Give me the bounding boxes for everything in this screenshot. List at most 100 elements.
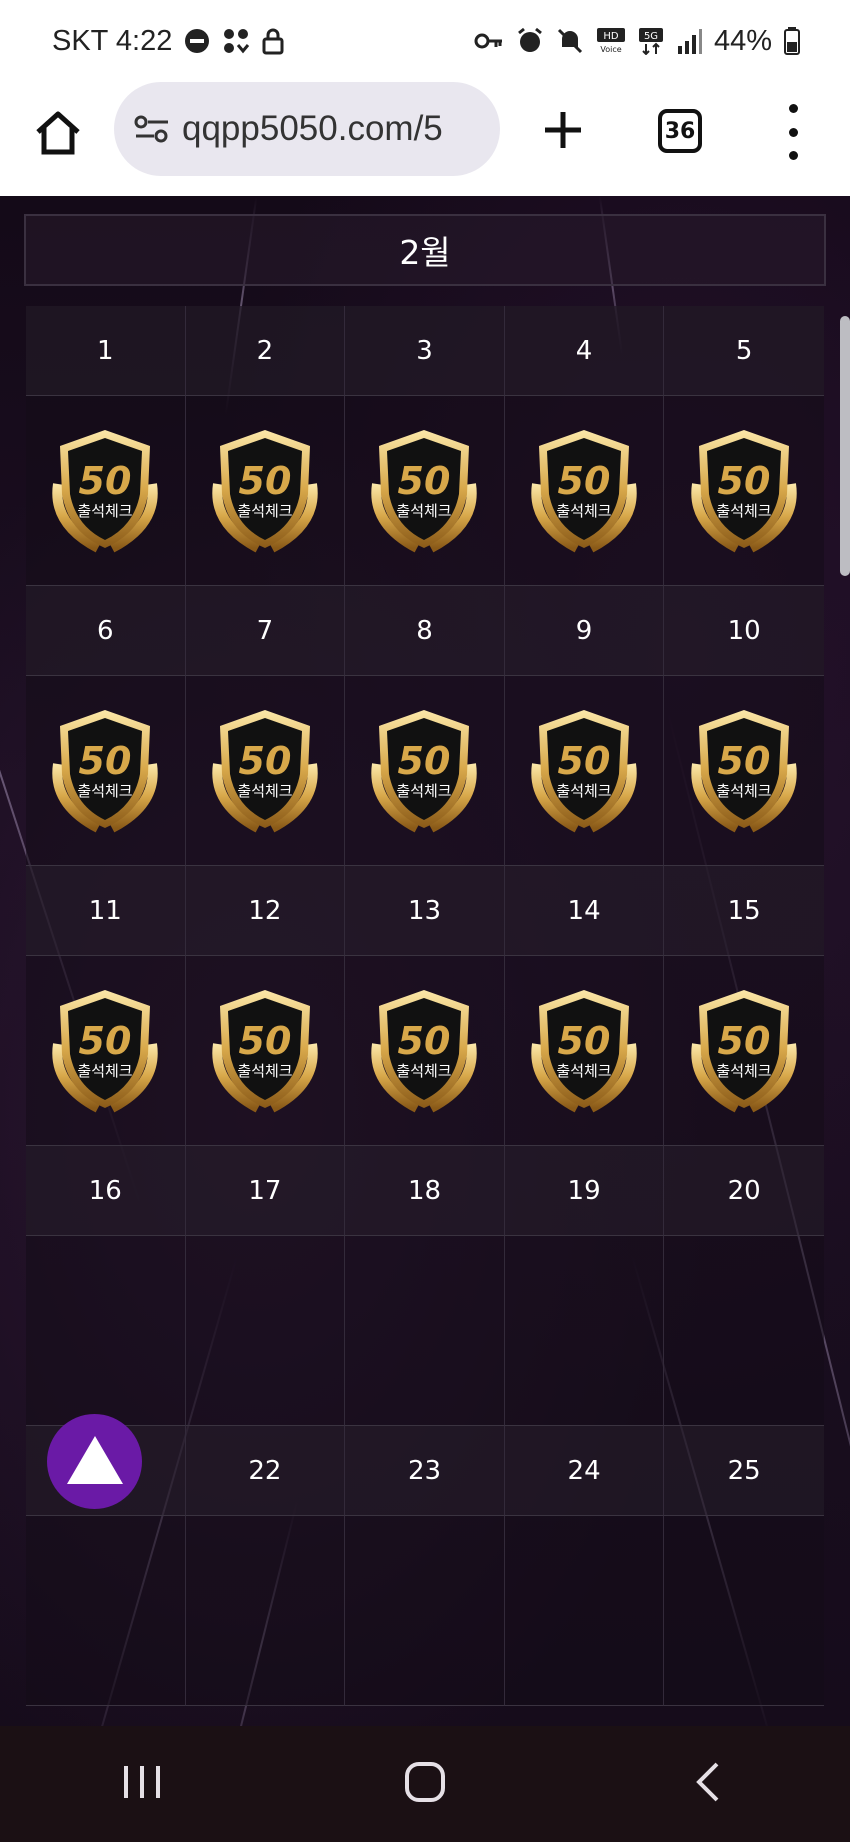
scroll-top-button[interactable] [47,1414,142,1509]
hd-voice-icon: HD Voice [596,27,626,55]
badge-row [26,1236,824,1426]
recents-button[interactable] [102,1744,182,1824]
day-cell[interactable]: 50 출석체크 [664,956,824,1146]
day-number-row: 6 7 8 9 10 [26,586,824,676]
day-number: 18 [345,1146,505,1236]
plus-icon [543,110,583,154]
badge-caption: 출석체크 [237,1062,292,1080]
badge-number: 50 [79,739,132,783]
badge-caption: 출석체크 [78,1062,133,1080]
attendance-badge-icon: 50출석체크 [371,709,478,832]
status-bar: SKT 4:22 HD Voice 5G 44% [0,0,850,82]
day-number: 19 [504,1146,665,1236]
day-number: 17 [185,1146,346,1236]
day-cell[interactable]: 50 출석체크 [185,676,346,866]
tabs-button[interactable]: 36 [658,109,702,153]
day-cell[interactable] [185,1236,346,1426]
attendance-calendar: 1 2 3 4 5 50 출석체크 50 출석체크 50 출석체크 50 출석체크 50 출석체크 6 7 8 9 1… [26,306,824,1706]
home-nav-button[interactable] [385,1744,465,1824]
day-cell[interactable] [504,1236,665,1426]
badge-row [26,1516,824,1706]
day-cell[interactable]: 50 출석체크 [664,396,824,586]
badge-caption: 출석체크 [78,502,133,520]
day-number: 10 [664,586,824,676]
day-number: 3 [345,306,505,396]
badge-caption: 출석체크 [556,782,611,800]
svg-text:HD: HD [603,31,619,42]
badge-caption: 출석체크 [237,502,292,520]
scrollbar-thumb[interactable] [840,316,850,576]
svg-text:5G: 5G [644,31,658,42]
day-cell[interactable] [504,1516,665,1706]
badge-number: 50 [558,1019,611,1063]
back-button[interactable] [668,1744,748,1824]
badge-number: 50 [718,739,771,783]
day-cell[interactable]: 50 출석체크 [504,956,665,1146]
day-number: 23 [345,1426,505,1516]
day-cell[interactable]: 50 출석체크 [345,676,505,866]
url-text: qqpp5050.com/5 [182,109,443,148]
day-number: 22 [185,1426,346,1516]
recents-icon [122,1764,162,1804]
day-cell[interactable]: 50 출석체크 [26,396,186,586]
day-cell[interactable]: 50 출석체크 [504,676,665,866]
attendance-badge-icon: 50출석체크 [371,989,478,1112]
home-button[interactable] [30,107,86,163]
day-cell[interactable]: 50 출석체크 [504,396,665,586]
new-tab-button[interactable] [535,104,591,160]
day-number: 25 [664,1426,824,1516]
day-cell[interactable]: 50 출석체크 [185,396,346,586]
day-number: 16 [26,1146,186,1236]
day-number: 13 [345,866,505,956]
mute-icon [556,27,584,55]
badge-number: 50 [79,1019,132,1063]
site-info-icon[interactable] [134,114,170,144]
back-icon [693,1760,723,1808]
tab-count: 36 [664,118,696,144]
day-number: 24 [504,1426,665,1516]
badge-number: 50 [79,459,132,503]
minus-circle-icon [184,28,210,54]
day-cell[interactable]: 50 출석체크 [26,956,186,1146]
month-label: 2월 [399,233,451,272]
badge-number: 50 [238,459,291,503]
day-cell[interactable] [26,1516,186,1706]
badge-caption: 출석체크 [397,1062,452,1080]
day-number: 15 [664,866,824,956]
day-number-row: 16 17 18 19 20 [26,1146,824,1236]
url-bar[interactable]: qqpp5050.com/5 [114,82,500,176]
badge-caption: 출석체크 [78,782,133,800]
lock-icon [262,27,284,55]
badge-row: 50 출석체크 50 출석체크 50 출석체크 50 출석체크 50 출석체크 [26,676,824,866]
attendance-badge-icon: 50출석체크 [691,709,797,832]
badge-number: 50 [558,459,611,503]
day-cell[interactable] [345,1236,505,1426]
day-cell[interactable] [345,1516,505,1706]
day-number: 2 [185,306,346,396]
badge-number: 50 [398,1019,451,1063]
day-cell[interactable]: 50 출석체크 [185,956,346,1146]
attendance-badge-icon: 50출석체크 [531,429,637,552]
day-cell[interactable]: 50 출석체크 [345,956,505,1146]
menu-button[interactable] [778,104,808,160]
badge-caption: 출석체크 [237,782,292,800]
badge-caption: 출석체크 [397,502,452,520]
day-cell[interactable] [26,1236,186,1426]
day-cell[interactable] [664,1236,824,1426]
battery-icon [784,27,800,55]
day-cell[interactable] [185,1516,346,1706]
attendance-badge-icon: 50출석체크 [531,709,637,832]
day-cell[interactable]: 50 출석체크 [26,676,186,866]
status-time: SKT 4:22 [52,24,173,57]
day-cell[interactable]: 50 출석체크 [345,396,505,586]
apps-icon [222,27,250,55]
page-content[interactable]: 2월 1 2 3 4 5 50 출석체크 50 출석체크 50 출석체크 50 출석체크 50 출석체크 6 7… [0,196,850,1726]
day-cell[interactable] [664,1516,824,1706]
day-number-row: 2122232425 [26,1426,824,1516]
badge-number: 50 [238,739,291,783]
attendance-badge-icon: 50출석체크 [371,429,478,552]
attendance-badge-icon: 50출석체크 [691,429,797,552]
attendance-badge-icon: 50출석체크 [52,709,158,832]
battery-percent: 44% [713,24,772,57]
day-cell[interactable]: 50 출석체크 [664,676,824,866]
